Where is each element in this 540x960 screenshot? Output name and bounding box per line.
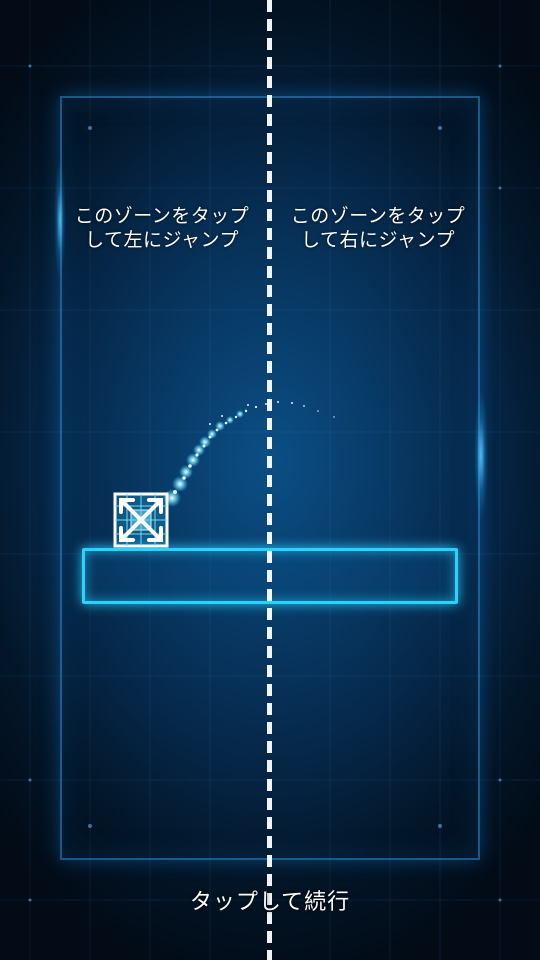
right-zone-hint: このゾーンをタップして右にジャンプ (290, 205, 466, 251)
expand-arrows-square-icon (113, 492, 169, 548)
tap-to-continue-prompt[interactable]: タップして続行 (0, 884, 540, 916)
game-screen[interactable]: このゾーンをタップして左にジャンプ このゾーンをタップして右にジャンプ タップし… (0, 0, 540, 960)
dashed-center-line (267, 0, 272, 960)
left-zone-hint: このゾーンをタップして左にジャンプ (74, 205, 250, 251)
